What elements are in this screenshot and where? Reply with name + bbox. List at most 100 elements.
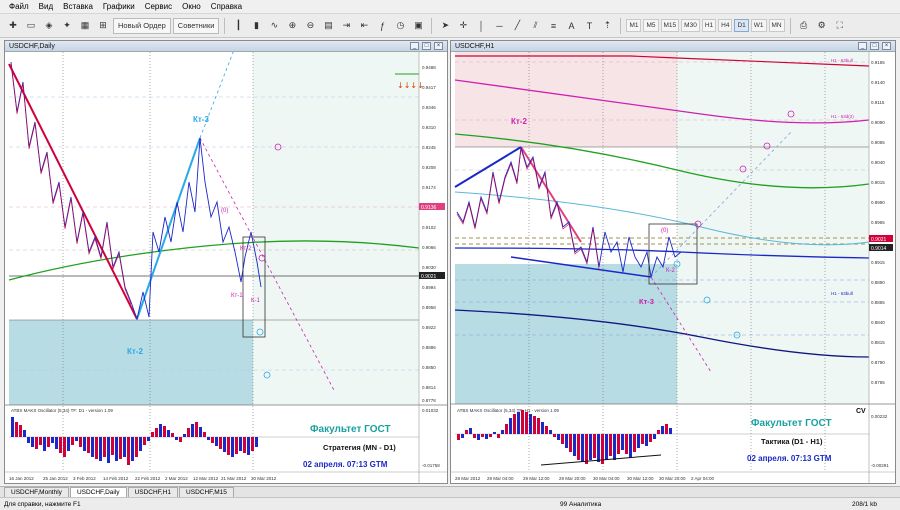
chart-window-h1[interactable]: USDCHF,H1 _ □ × Кт-2 Кт-3 К-2 (0) H1 - 6…	[450, 40, 896, 484]
new-chart-icon[interactable]: ✚	[5, 18, 21, 34]
navigator-icon[interactable]: ✦	[59, 18, 75, 34]
svg-text:0.8790: 0.8790	[871, 360, 885, 365]
minimize-button-h1[interactable]: _	[858, 42, 867, 50]
zoom-out-icon[interactable]: ⊖	[302, 18, 318, 34]
minimize-button[interactable]: _	[410, 42, 419, 50]
tab-monthly[interactable]: USDCHF,Monthly	[4, 487, 69, 497]
svg-text:0.8865: 0.8865	[871, 300, 885, 305]
templates-icon[interactable]: ▣	[410, 18, 426, 34]
svg-text:0.8840: 0.8840	[871, 320, 885, 325]
toolbar-divider-3	[620, 17, 622, 34]
tf-m1[interactable]: M1	[626, 19, 642, 32]
window-title-h1: USDCHF,H1	[455, 42, 495, 50]
horizontal-line-icon[interactable]: ─	[491, 18, 507, 34]
channel-icon[interactable]: ⫽	[527, 18, 543, 34]
fullscreen-icon[interactable]: ⛶	[832, 18, 848, 34]
bar-chart-icon[interactable]: ┃	[230, 18, 246, 34]
cursor-icon[interactable]: ➤	[437, 18, 453, 34]
date-label: 02 апреля. 07:13 GTM	[303, 460, 388, 469]
menu-insert[interactable]: Вставка	[58, 0, 98, 14]
close-button[interactable]: ×	[434, 42, 443, 50]
label-kt2-h1: Кт-2	[511, 117, 527, 126]
bid-price-tag: 0.9136	[421, 205, 437, 211]
tf-d1[interactable]: D1	[734, 19, 749, 32]
menu-charts[interactable]: Графики	[98, 0, 140, 14]
svg-text:29 Mar 12:00: 29 Mar 12:00	[523, 476, 550, 481]
chart-window-daily[interactable]: USDCHF,Daily _ □ × ↓↓↓↓ Кт-3 Кт-2 Кт-2 К…	[4, 40, 448, 484]
line-chart-icon[interactable]: ∿	[266, 18, 282, 34]
menu-tools[interactable]: Сервис	[140, 0, 177, 14]
close-button-h1[interactable]: ×	[882, 42, 891, 50]
window-titlebar-h1[interactable]: USDCHF,H1 _ □ ×	[451, 41, 895, 52]
tf-m30[interactable]: M30	[681, 19, 700, 32]
svg-text:0.9030: 0.9030	[422, 265, 436, 270]
menu-window[interactable]: Окно	[177, 0, 206, 14]
text-tool-icon[interactable]: A	[563, 18, 579, 34]
oscillator-histogram-h1	[457, 410, 672, 464]
menu-view[interactable]: Вид	[34, 0, 58, 14]
periods-icon[interactable]: ◷	[392, 18, 408, 34]
svg-text:0.9208: 0.9208	[422, 165, 436, 170]
price-axis: 0.9488 0.9417 0.9346 0.9310 0.9245 0.920…	[422, 65, 436, 403]
print-icon[interactable]: ⎙	[796, 18, 812, 34]
osc-min-label-h1: -0.00291	[871, 463, 889, 468]
svg-text:0.8890: 0.8890	[871, 280, 885, 285]
window-titlebar[interactable]: USDCHF,Daily _ □ ×	[5, 41, 447, 52]
menu-file[interactable]: Файл	[4, 0, 34, 14]
market-watch-icon[interactable]: ◈	[41, 18, 57, 34]
crosshair-icon[interactable]: ✛	[455, 18, 471, 34]
advisors-button[interactable]: Советники	[172, 17, 220, 34]
settings-icon[interactable]: ⚙	[814, 18, 830, 34]
svg-text:2 Mar 2012: 2 Mar 2012	[165, 476, 188, 481]
faculty-title: Факультет ГОСТ	[310, 424, 391, 435]
label-k1: К-1	[251, 298, 260, 304]
demand-zone-h1	[455, 264, 677, 404]
tf-mn[interactable]: MN	[768, 19, 785, 32]
demand-zone	[9, 320, 253, 405]
svg-text:0.8958: 0.8958	[422, 305, 436, 310]
date-axis: 16 Jan 2012 25 Jan 2012 3 Feb 2012 14 Fe…	[9, 476, 277, 481]
new-order-button[interactable]: Новый Ордер	[113, 17, 171, 34]
date-label-h1: 02 апреля. 07:13 GTM	[747, 454, 832, 463]
fibo-icon[interactable]: ≡	[545, 18, 561, 34]
candle-chart-icon[interactable]: ▮	[248, 18, 264, 34]
label-tool-icon[interactable]: T	[581, 18, 597, 34]
svg-text:0.9174: 0.9174	[422, 185, 436, 190]
indicators-icon[interactable]: ƒ	[374, 18, 390, 34]
status-analytics[interactable]: 99 Аналитика	[560, 501, 601, 508]
trendline-icon[interactable]: ╱	[509, 18, 525, 34]
toolbar-divider	[224, 17, 226, 34]
tf-m5[interactable]: M5	[643, 19, 659, 32]
tile-icon[interactable]: ▤	[320, 18, 336, 34]
tab-h1[interactable]: USDCHF,H1	[127, 487, 179, 497]
maximize-button-h1[interactable]: □	[870, 42, 879, 50]
tf-m15[interactable]: M15	[660, 19, 680, 32]
label-k2: К-2	[666, 268, 675, 274]
tf-w1[interactable]: W1	[750, 19, 767, 32]
maximize-button[interactable]: □	[422, 42, 431, 50]
terminal-icon[interactable]: ▦	[77, 18, 93, 34]
zoom-in-icon[interactable]: ⊕	[284, 18, 300, 34]
svg-text:30 Mar 12:00: 30 Mar 12:00	[627, 476, 654, 481]
label-kt2-small: Кт-2	[240, 246, 252, 252]
svg-text:0.9090: 0.9090	[871, 120, 885, 125]
arrow-tool-icon[interactable]: ⇡	[599, 18, 615, 34]
chart-shift-icon[interactable]: ⇤	[356, 18, 372, 34]
profiles-icon[interactable]: ▭	[23, 18, 39, 34]
daily-chart[interactable]: ↓↓↓↓ Кт-3 Кт-2 Кт-2 Кт-1 К-1 (0) 0.9488 …	[5, 52, 447, 483]
chart-tabs: USDCHF,Monthly USDCHF,Daily USDCHF,H1 US…	[0, 486, 900, 497]
oscillator-title-h1: ATBS MAKS Oscillator (5,34) TF: H1 - ver…	[457, 408, 559, 413]
tab-m15[interactable]: USDCHF,M15	[179, 487, 234, 497]
tab-daily[interactable]: USDCHF,Daily	[69, 487, 127, 497]
current-price-tag-h1: 0.9014	[871, 246, 887, 252]
menu-help[interactable]: Справка	[206, 0, 247, 14]
svg-text:0.8990: 0.8990	[871, 200, 885, 205]
h1-chart[interactable]: Кт-2 Кт-3 К-2 (0) H1 - 63bull H1 - 63d(2…	[451, 52, 895, 483]
tester-icon[interactable]: ⊞	[95, 18, 111, 34]
svg-text:30 Mar 04:00: 30 Mar 04:00	[593, 476, 620, 481]
svg-text:21 Mar 2012: 21 Mar 2012	[221, 476, 247, 481]
vertical-line-icon[interactable]: │	[473, 18, 489, 34]
autoscroll-icon[interactable]: ⇥	[338, 18, 354, 34]
tf-h1[interactable]: H1	[701, 19, 717, 32]
tf-h4[interactable]: H4	[718, 19, 733, 32]
